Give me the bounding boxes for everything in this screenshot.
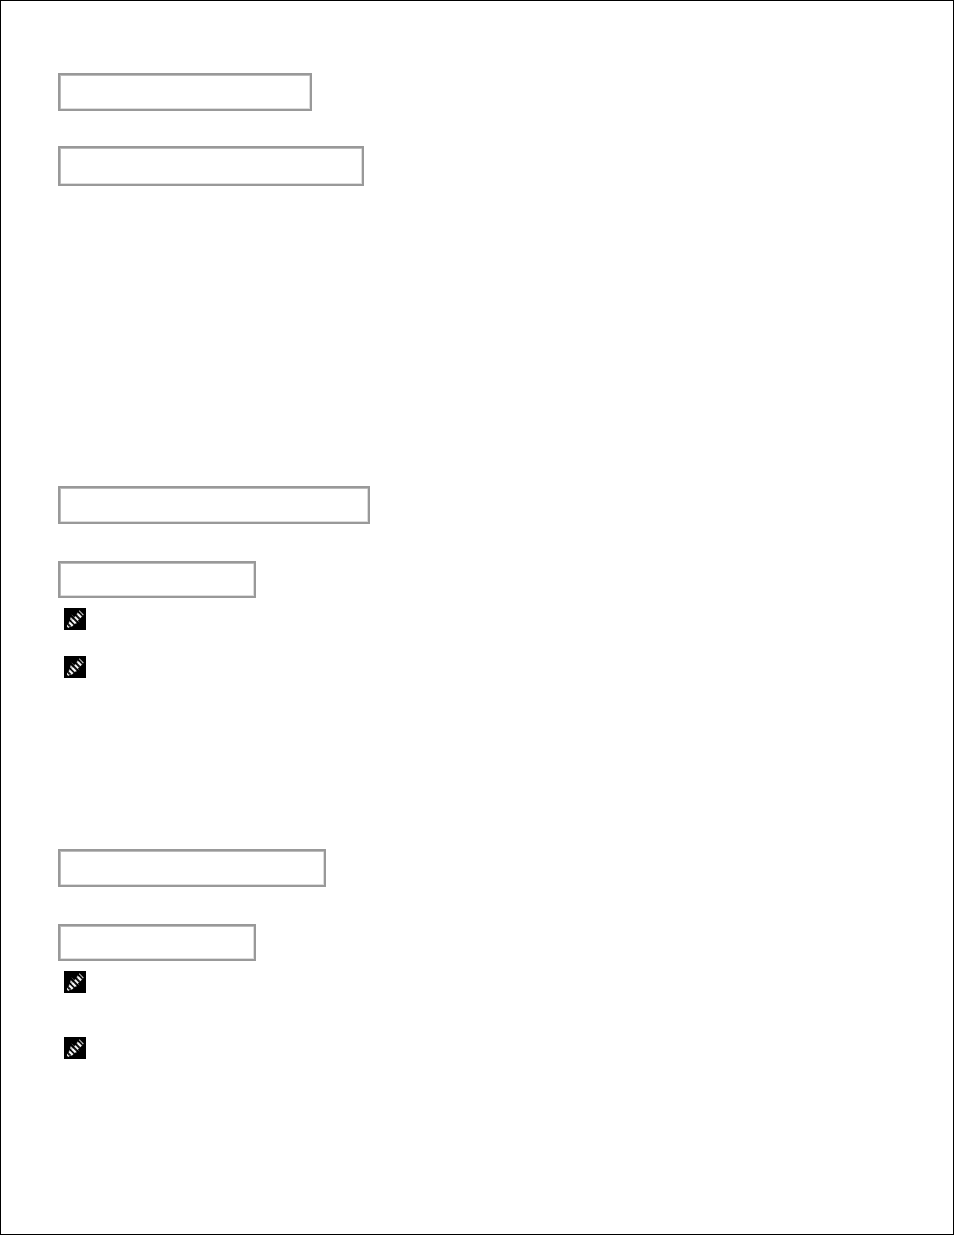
note-icon: [64, 656, 86, 683]
input-box-6[interactable]: [58, 924, 256, 961]
note-icon: [64, 971, 86, 998]
pencil-note-icon: [64, 1037, 86, 1059]
input-box-5[interactable]: [58, 849, 326, 887]
input-box-3[interactable]: [58, 486, 370, 524]
input-box-2[interactable]: [58, 146, 364, 186]
pencil-note-icon: [64, 971, 86, 993]
document-page: [0, 0, 954, 1235]
note-icon: [64, 1037, 86, 1064]
pencil-note-icon: [64, 608, 86, 630]
note-icon: [64, 608, 86, 635]
input-box-1[interactable]: [58, 73, 312, 111]
input-box-4[interactable]: [58, 561, 256, 598]
pencil-note-icon: [64, 656, 86, 678]
